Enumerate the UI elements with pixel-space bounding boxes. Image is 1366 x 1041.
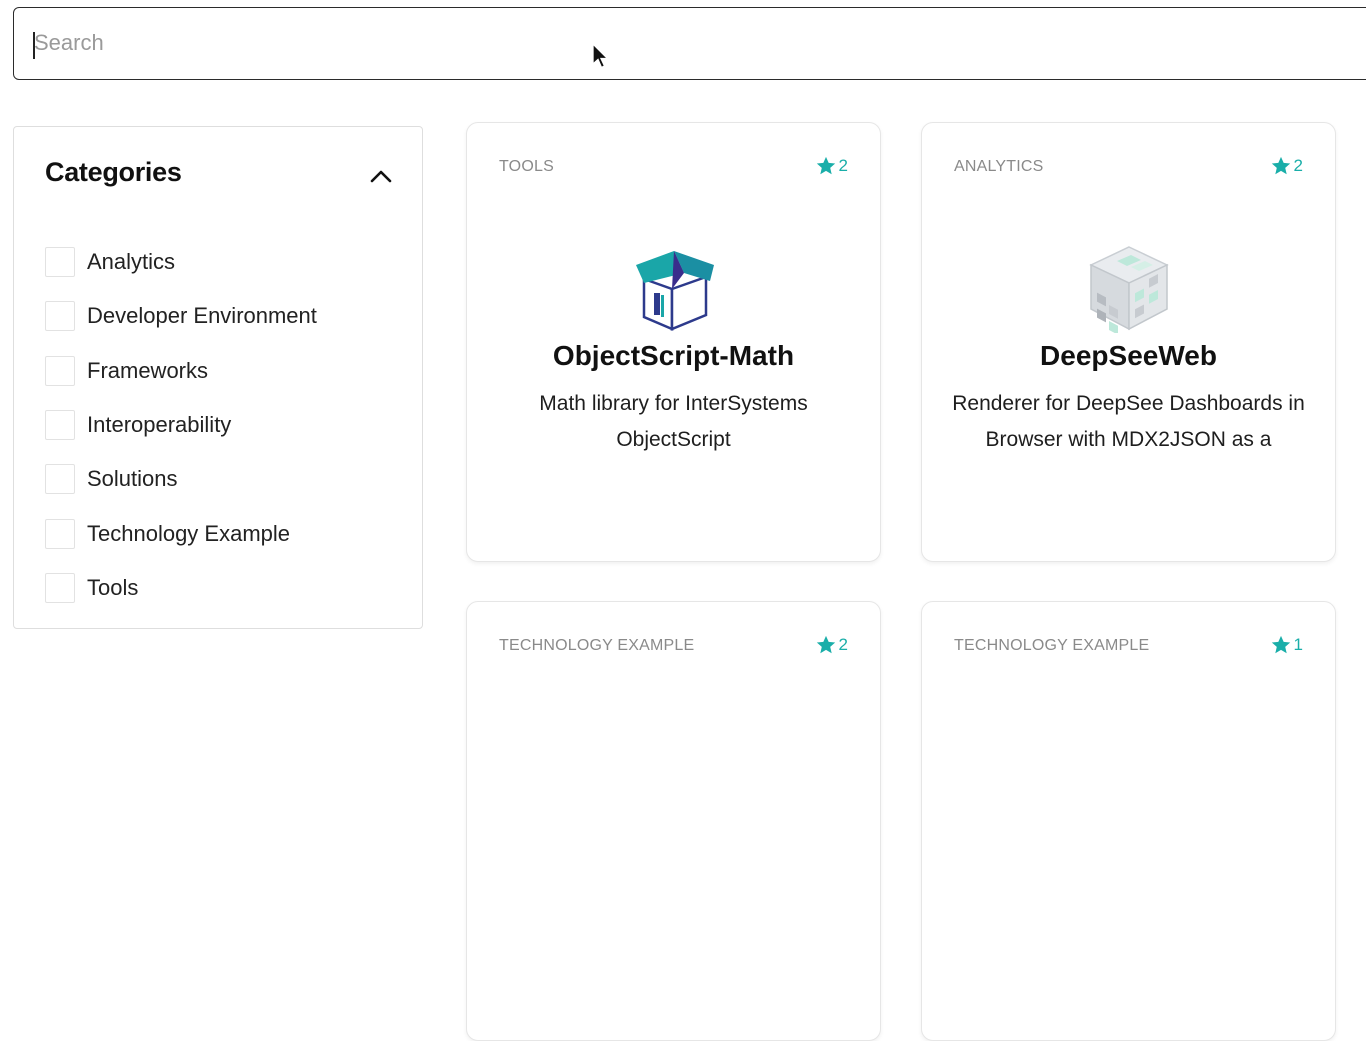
app-card[interactable]: TECHNOLOGY EXAMPLE 2 [466,601,881,1041]
star-icon [816,635,835,654]
card-description: Renderer for DeepSee Dashboards in Brows… [952,392,1305,451]
card-rating: 2 [815,634,848,656]
category-item-frameworks[interactable]: Frameworks [45,344,317,398]
search-input[interactable] [32,8,1332,78]
chevron-up-icon[interactable] [366,163,396,189]
category-item-developer-environment[interactable]: Developer Environment [45,289,317,343]
card-category: TOOLS [499,158,554,175]
card-description: Math library for InterSystems ObjectScri… [539,392,808,451]
category-label: Analytics [87,249,176,275]
open-box-icon [635,251,714,331]
card-rating: 2 [1270,155,1303,177]
star-count: 1 [1293,635,1303,654]
mouse-pointer-icon [592,43,610,69]
category-checkbox[interactable] [45,410,75,441]
card-title: DeepSeeWeb [1040,340,1217,371]
card-rating: 1 [1270,634,1303,656]
category-checkbox[interactable] [45,518,75,549]
card-category: ANALYTICS [954,158,1044,175]
category-label: Solutions [87,466,178,492]
category-label: Interoperability [87,412,232,438]
card-category: TECHNOLOGY EXAMPLE [499,637,695,654]
card-category: TECHNOLOGY EXAMPLE [954,637,1150,654]
categories-panel: Categories Analytics Developer Environme… [13,126,423,629]
category-item-technology-example[interactable]: Technology Example [45,506,317,560]
star-count: 2 [838,156,848,175]
text-caret [33,32,35,59]
category-item-solutions[interactable]: Solutions [45,452,317,506]
category-checkbox[interactable] [45,247,75,278]
category-list: Analytics Developer Environment Framewor… [45,235,317,615]
category-label: Frameworks [87,357,209,383]
star-icon [1271,156,1290,175]
star-count: 2 [838,635,848,654]
star-icon [1271,635,1290,654]
category-checkbox[interactable] [45,572,75,603]
app-card[interactable]: TECHNOLOGY EXAMPLE 1 [921,601,1336,1041]
app-card-objectscript-math[interactable]: TOOLS 2 ObjectScript-Math Math library f… [466,122,881,562]
category-label: Tools [87,574,139,600]
category-item-tools[interactable]: Tools [45,561,317,615]
category-checkbox[interactable] [45,464,75,495]
category-checkbox[interactable] [45,301,75,332]
star-count: 2 [1293,156,1303,175]
app-card-deepseeweb[interactable]: ANALYTICS 2 DeepSeeWeb Renderer for Deep… [921,122,1336,562]
star-icon [816,156,835,175]
card-rating: 2 [815,155,848,177]
category-checkbox[interactable] [45,355,75,386]
category-label: Technology Example [87,520,291,546]
categories-title: Categories [45,157,182,187]
category-item-interoperability[interactable]: Interoperability [45,398,317,452]
category-item-analytics[interactable]: Analytics [45,235,317,289]
card-title: ObjectScript-Math [552,340,795,371]
category-label: Developer Environment [87,303,317,329]
data-cube-icon [1088,246,1169,333]
search-box[interactable] [13,7,1366,80]
